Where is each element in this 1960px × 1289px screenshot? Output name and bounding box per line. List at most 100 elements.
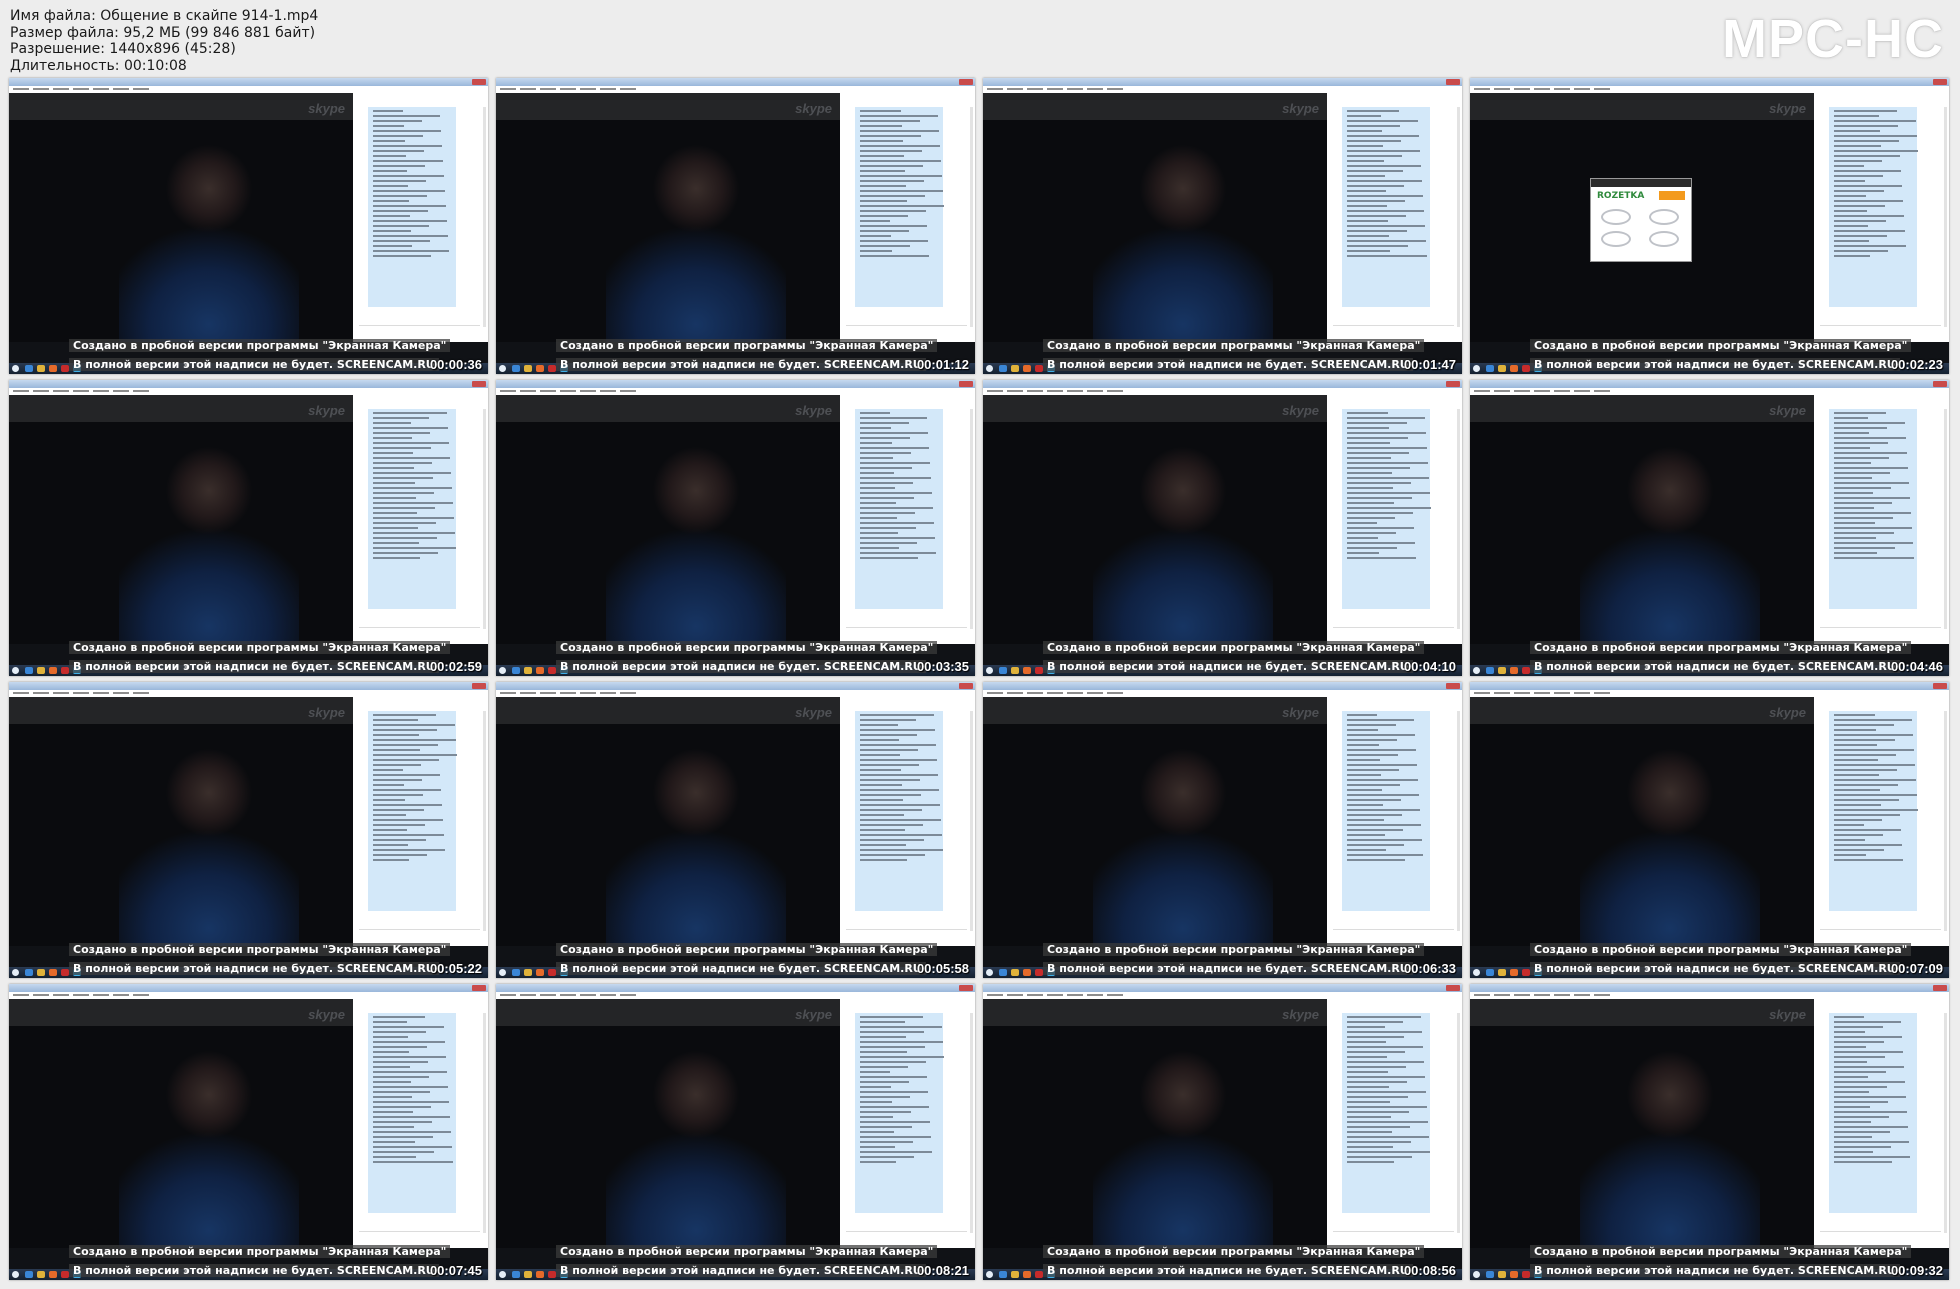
firefox-icon[interactable] <box>1023 1271 1031 1278</box>
folder-icon[interactable] <box>37 365 45 372</box>
chat-scrollbar[interactable] <box>970 711 973 931</box>
chat-scrollbar[interactable] <box>1944 711 1947 931</box>
start-button[interactable] <box>1473 365 1480 372</box>
start-button[interactable] <box>12 1271 19 1278</box>
chat-scrollbar[interactable] <box>1457 409 1460 629</box>
chat-scrollbar[interactable] <box>1457 1013 1460 1233</box>
folder-icon[interactable] <box>524 1271 532 1278</box>
firefox-icon[interactable] <box>536 365 544 372</box>
firefox-icon[interactable] <box>1023 365 1031 372</box>
firefox-icon[interactable] <box>49 969 57 976</box>
folder-icon[interactable] <box>524 365 532 372</box>
ie-icon[interactable] <box>999 667 1007 674</box>
opera-icon[interactable] <box>548 365 556 372</box>
ie-icon[interactable] <box>999 1271 1007 1278</box>
opera-icon[interactable] <box>1522 1271 1530 1278</box>
watermark-line-2: В полной версии этой надписи не будет. S… <box>1530 1264 1900 1277</box>
opera-icon[interactable] <box>548 1271 556 1278</box>
start-button[interactable] <box>1473 969 1480 976</box>
folder-icon[interactable] <box>1011 667 1019 674</box>
opera-icon[interactable] <box>548 667 556 674</box>
folder-icon[interactable] <box>37 1271 45 1278</box>
start-button[interactable] <box>12 969 19 976</box>
ie-icon[interactable] <box>512 365 520 372</box>
firefox-icon[interactable] <box>536 969 544 976</box>
chat-scrollbar[interactable] <box>483 711 486 931</box>
timestamp: 00:07:09 <box>1890 961 1943 976</box>
start-button[interactable] <box>499 667 506 674</box>
folder-icon[interactable] <box>37 969 45 976</box>
start-button[interactable] <box>986 667 993 674</box>
firefox-icon[interactable] <box>536 667 544 674</box>
ie-icon[interactable] <box>25 667 33 674</box>
start-button[interactable] <box>986 969 993 976</box>
chat-scrollbar[interactable] <box>1944 409 1947 629</box>
folder-icon[interactable] <box>1011 969 1019 976</box>
ie-icon[interactable] <box>512 969 520 976</box>
ie-icon[interactable] <box>25 1271 33 1278</box>
chat-scrollbar[interactable] <box>970 409 973 629</box>
firefox-icon[interactable] <box>1510 969 1518 976</box>
firefox-icon[interactable] <box>1510 667 1518 674</box>
opera-icon[interactable] <box>1035 667 1043 674</box>
opera-icon[interactable] <box>1035 969 1043 976</box>
ie-icon[interactable] <box>1486 1271 1494 1278</box>
opera-icon[interactable] <box>1522 667 1530 674</box>
opera-icon[interactable] <box>548 969 556 976</box>
opera-icon[interactable] <box>61 667 69 674</box>
folder-icon[interactable] <box>1011 365 1019 372</box>
firefox-icon[interactable] <box>49 1271 57 1278</box>
opera-icon[interactable] <box>61 969 69 976</box>
firefox-icon[interactable] <box>1023 667 1031 674</box>
firefox-icon[interactable] <box>536 1271 544 1278</box>
opera-icon[interactable] <box>1522 365 1530 372</box>
folder-icon[interactable] <box>1498 365 1506 372</box>
opera-icon[interactable] <box>1035 1271 1043 1278</box>
timestamp: 00:08:56 <box>1403 1263 1456 1278</box>
ie-icon[interactable] <box>999 365 1007 372</box>
ie-icon[interactable] <box>25 365 33 372</box>
chat-scrollbar[interactable] <box>1457 711 1460 931</box>
opera-icon[interactable] <box>61 365 69 372</box>
chat-scrollbar[interactable] <box>970 107 973 327</box>
opera-icon[interactable] <box>1522 969 1530 976</box>
folder-icon[interactable] <box>37 667 45 674</box>
start-button[interactable] <box>12 365 19 372</box>
start-button[interactable] <box>986 1271 993 1278</box>
ie-icon[interactable] <box>512 1271 520 1278</box>
start-button[interactable] <box>499 969 506 976</box>
chat-scrollbar[interactable] <box>1944 107 1947 327</box>
ie-icon[interactable] <box>1486 969 1494 976</box>
firefox-icon[interactable] <box>49 667 57 674</box>
firefox-icon[interactable] <box>1510 365 1518 372</box>
opera-icon[interactable] <box>61 1271 69 1278</box>
start-button[interactable] <box>986 365 993 372</box>
ie-icon[interactable] <box>1486 667 1494 674</box>
start-button[interactable] <box>499 365 506 372</box>
folder-icon[interactable] <box>524 667 532 674</box>
ie-icon[interactable] <box>999 969 1007 976</box>
start-button[interactable] <box>1473 1271 1480 1278</box>
opera-icon[interactable] <box>1035 365 1043 372</box>
start-button[interactable] <box>12 667 19 674</box>
chat-scrollbar[interactable] <box>1944 1013 1947 1233</box>
ie-icon[interactable] <box>512 667 520 674</box>
folder-icon[interactable] <box>524 969 532 976</box>
chat-scrollbar[interactable] <box>483 409 486 629</box>
ie-icon[interactable] <box>25 969 33 976</box>
firefox-icon[interactable] <box>49 365 57 372</box>
folder-icon[interactable] <box>1498 1271 1506 1278</box>
chat-scrollbar[interactable] <box>483 1013 486 1233</box>
folder-icon[interactable] <box>1011 1271 1019 1278</box>
chat-scrollbar[interactable] <box>970 1013 973 1233</box>
chat-scrollbar[interactable] <box>1457 107 1460 327</box>
start-button[interactable] <box>1473 667 1480 674</box>
window-titlebar <box>9 78 488 86</box>
folder-icon[interactable] <box>1498 969 1506 976</box>
firefox-icon[interactable] <box>1510 1271 1518 1278</box>
start-button[interactable] <box>499 1271 506 1278</box>
ie-icon[interactable] <box>1486 365 1494 372</box>
firefox-icon[interactable] <box>1023 969 1031 976</box>
chat-scrollbar[interactable] <box>483 107 486 327</box>
folder-icon[interactable] <box>1498 667 1506 674</box>
